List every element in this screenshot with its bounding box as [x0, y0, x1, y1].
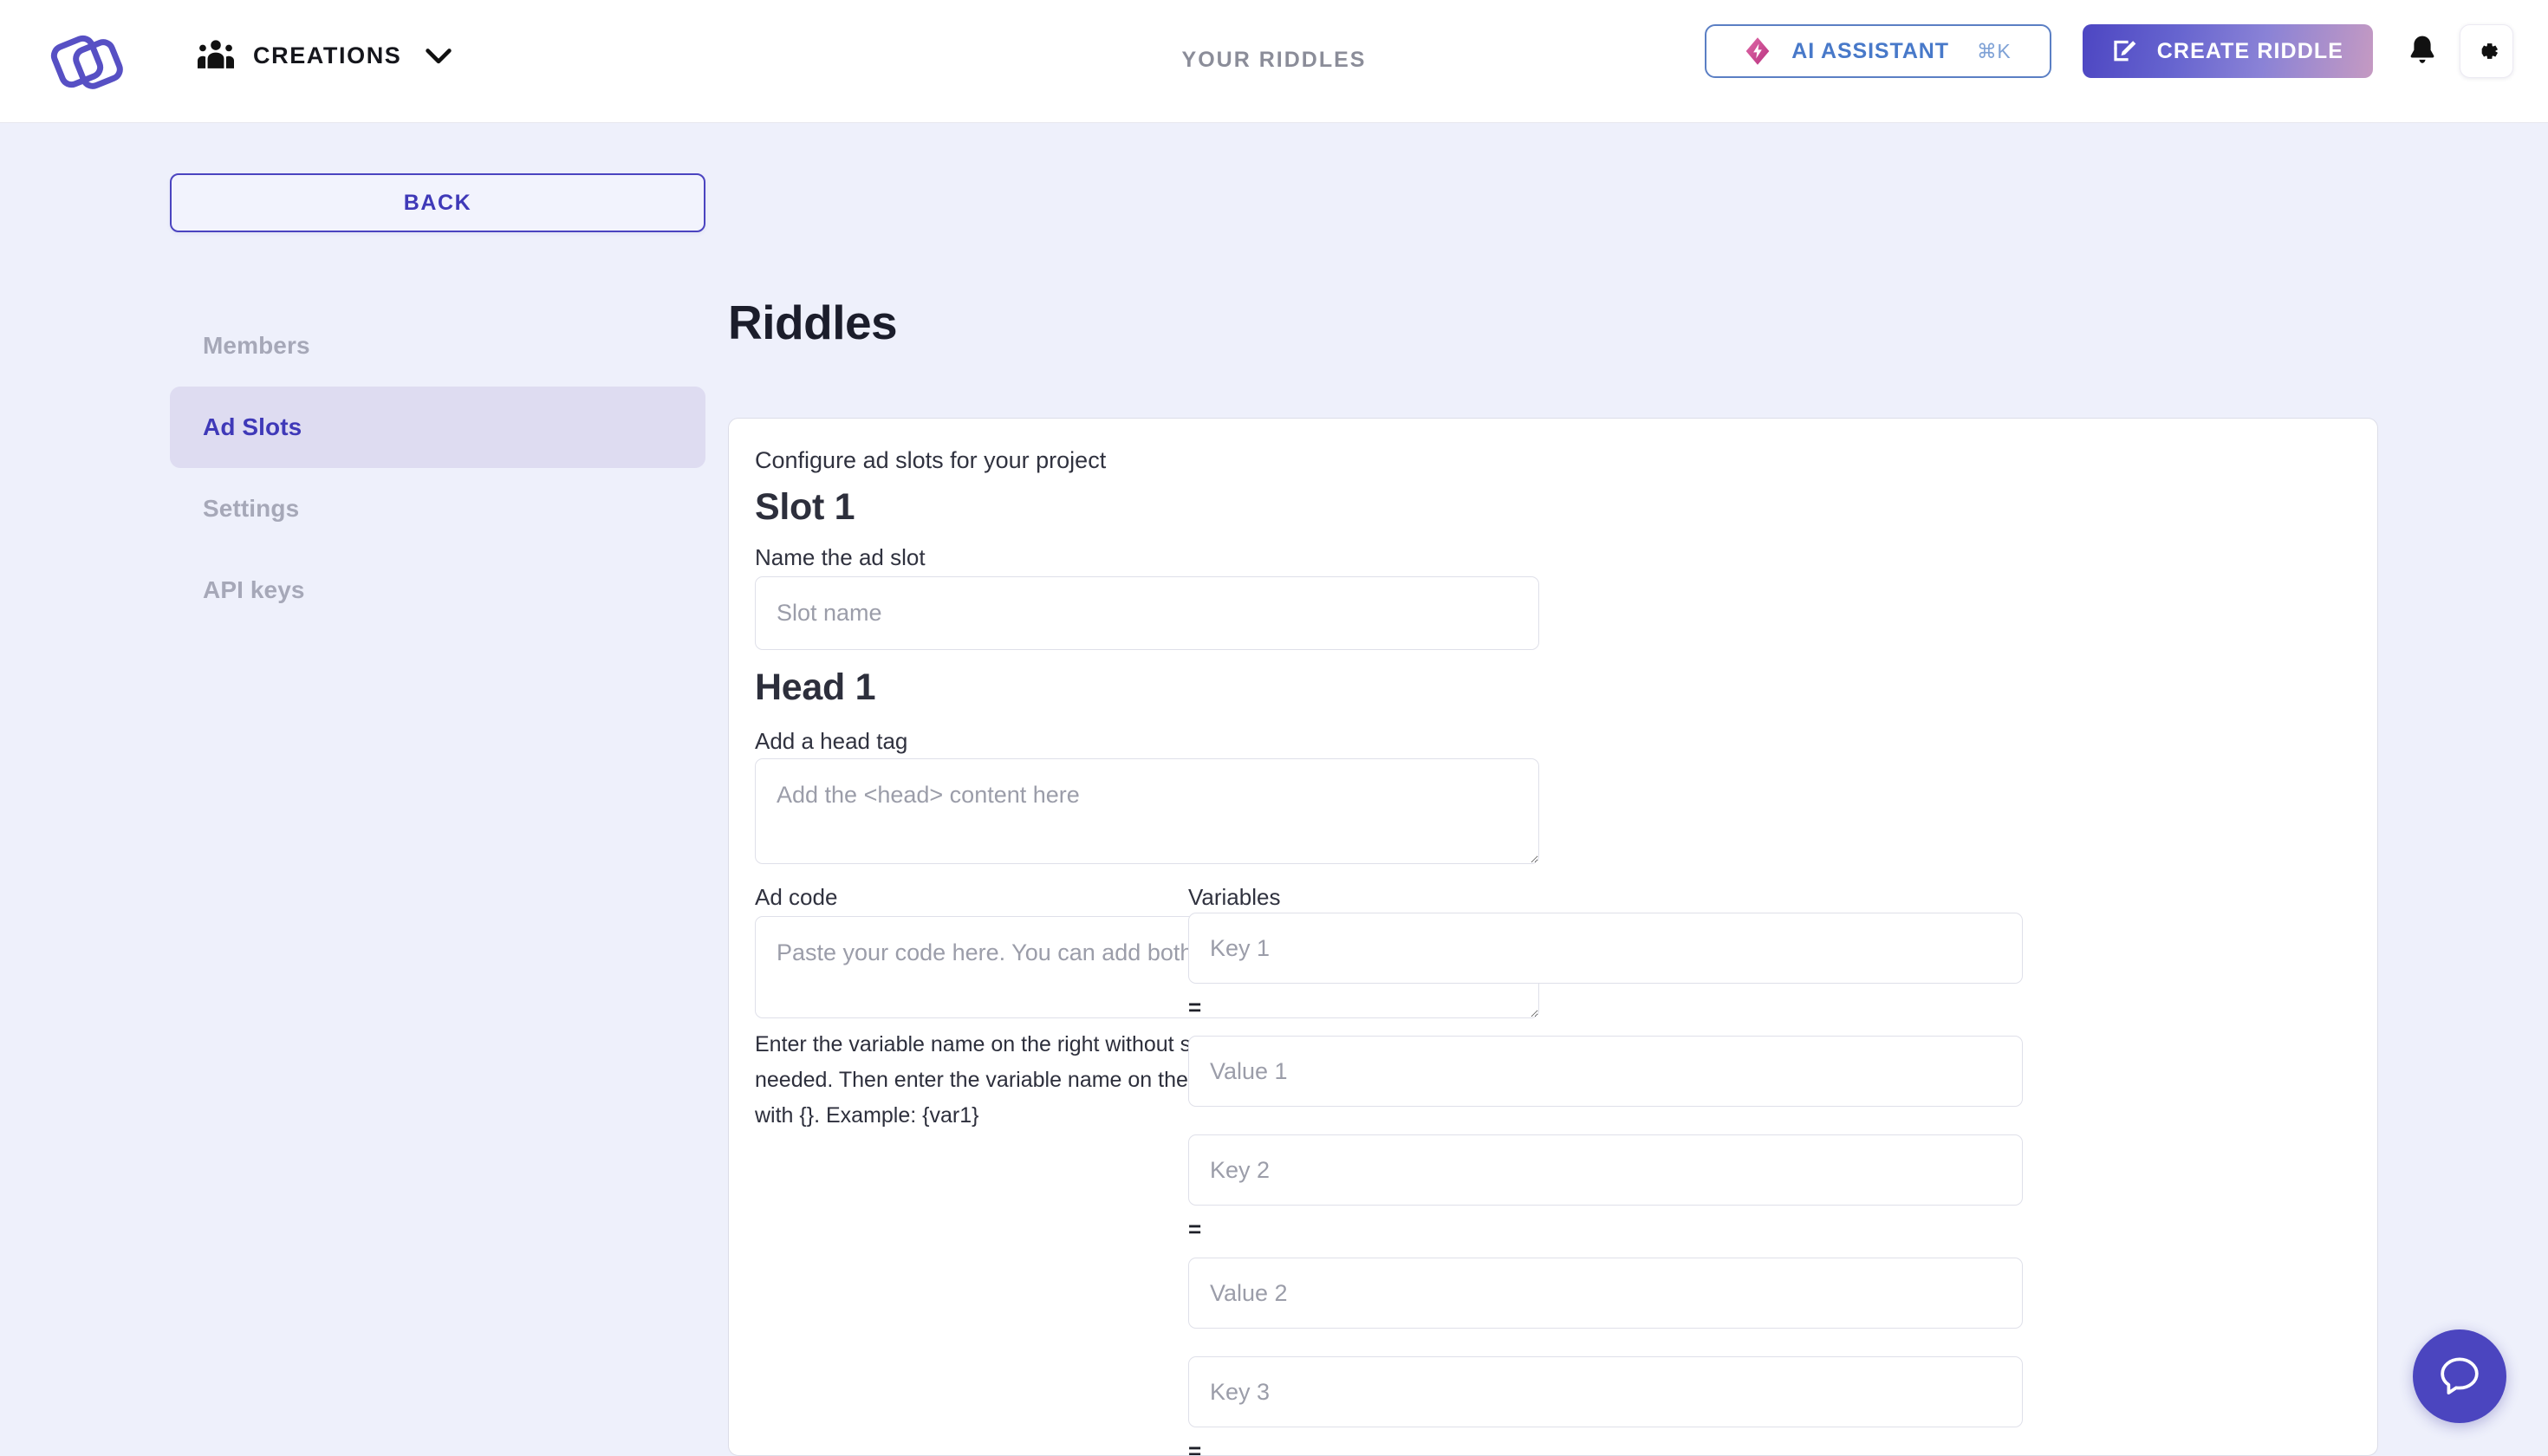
org-name-label: CREATIONS: [253, 42, 402, 68]
ai-assistant-button[interactable]: AI ASSISTANT ⌘K: [1704, 24, 2051, 78]
riddle-logo-icon: [50, 35, 123, 89]
org-switcher[interactable]: CREATIONS: [198, 38, 453, 73]
ai-assistant-label: AI ASSISTANT: [1791, 38, 1949, 63]
variable-key-3-input[interactable]: [1188, 1356, 2023, 1427]
page-title: Riddles: [728, 296, 898, 349]
variable-key-2-input[interactable]: [1188, 1134, 2023, 1206]
slot-name-label: Name the ad slot: [755, 544, 926, 570]
ai-assistant-shortcut: ⌘K: [1976, 39, 2012, 62]
header-actions: AI ASSISTANT ⌘K CREATE RIDDLE: [1704, 24, 2513, 78]
variable-value-2-input[interactable]: [1188, 1258, 2023, 1329]
create-riddle-label: CREATE RIDDLE: [2156, 38, 2343, 63]
sidebar-item-api-keys[interactable]: API keys: [170, 549, 705, 631]
page-body: BACK Riddles Members Ad Slots Settings A…: [0, 123, 2548, 1456]
notifications-button[interactable]: [2399, 28, 2446, 75]
riddle-logo[interactable]: [45, 23, 128, 99]
sidebar-item-settings[interactable]: Settings: [170, 468, 705, 549]
chat-support-button[interactable]: [2413, 1329, 2506, 1423]
ai-diamond-icon: [1745, 37, 1770, 65]
chat-bubble-icon: [2441, 1357, 2479, 1394]
card-subtitle: Configure ad slots for your project: [755, 447, 1107, 473]
chevron-down-icon: [426, 49, 452, 64]
head-heading: Head 1: [755, 666, 876, 708]
gear-icon: [2481, 43, 2499, 59]
compose-edit-icon: [2114, 40, 2136, 62]
variable-value-1-input[interactable]: [1188, 1036, 2023, 1107]
head-tag-textarea[interactable]: [755, 758, 1539, 864]
ad-slots-card: Configure ad slots for your project Slot…: [728, 418, 2378, 1456]
equals-separator-3: =: [1188, 1438, 1202, 1456]
sidebar-item-ad-slots[interactable]: Ad Slots: [170, 387, 705, 468]
create-riddle-button[interactable]: CREATE RIDDLE: [2082, 24, 2373, 78]
bell-icon: [2410, 36, 2434, 63]
variable-key-1-input[interactable]: [1188, 913, 2023, 984]
app-header: CREATIONS YOUR RIDDLES AI ASSISTANT ⌘K C…: [0, 0, 2548, 123]
settings-button[interactable]: [2460, 24, 2513, 78]
slot-name-input[interactable]: [755, 576, 1539, 650]
ad-code-label: Ad code: [755, 884, 838, 910]
variables-label: Variables: [1188, 884, 1281, 910]
back-button[interactable]: BACK: [170, 173, 705, 232]
sidebar-item-members[interactable]: Members: [170, 305, 705, 387]
page-context-title: YOUR RIDDLES: [1181, 48, 1367, 72]
head-tag-label: Add a head tag: [755, 728, 908, 754]
people-group-icon: [198, 40, 234, 68]
equals-separator-2: =: [1188, 1216, 1202, 1242]
equals-separator-1: =: [1188, 994, 1202, 1020]
slot-heading: Slot 1: [755, 486, 855, 528]
settings-nav: Members Ad Slots Settings API keys: [170, 305, 705, 631]
